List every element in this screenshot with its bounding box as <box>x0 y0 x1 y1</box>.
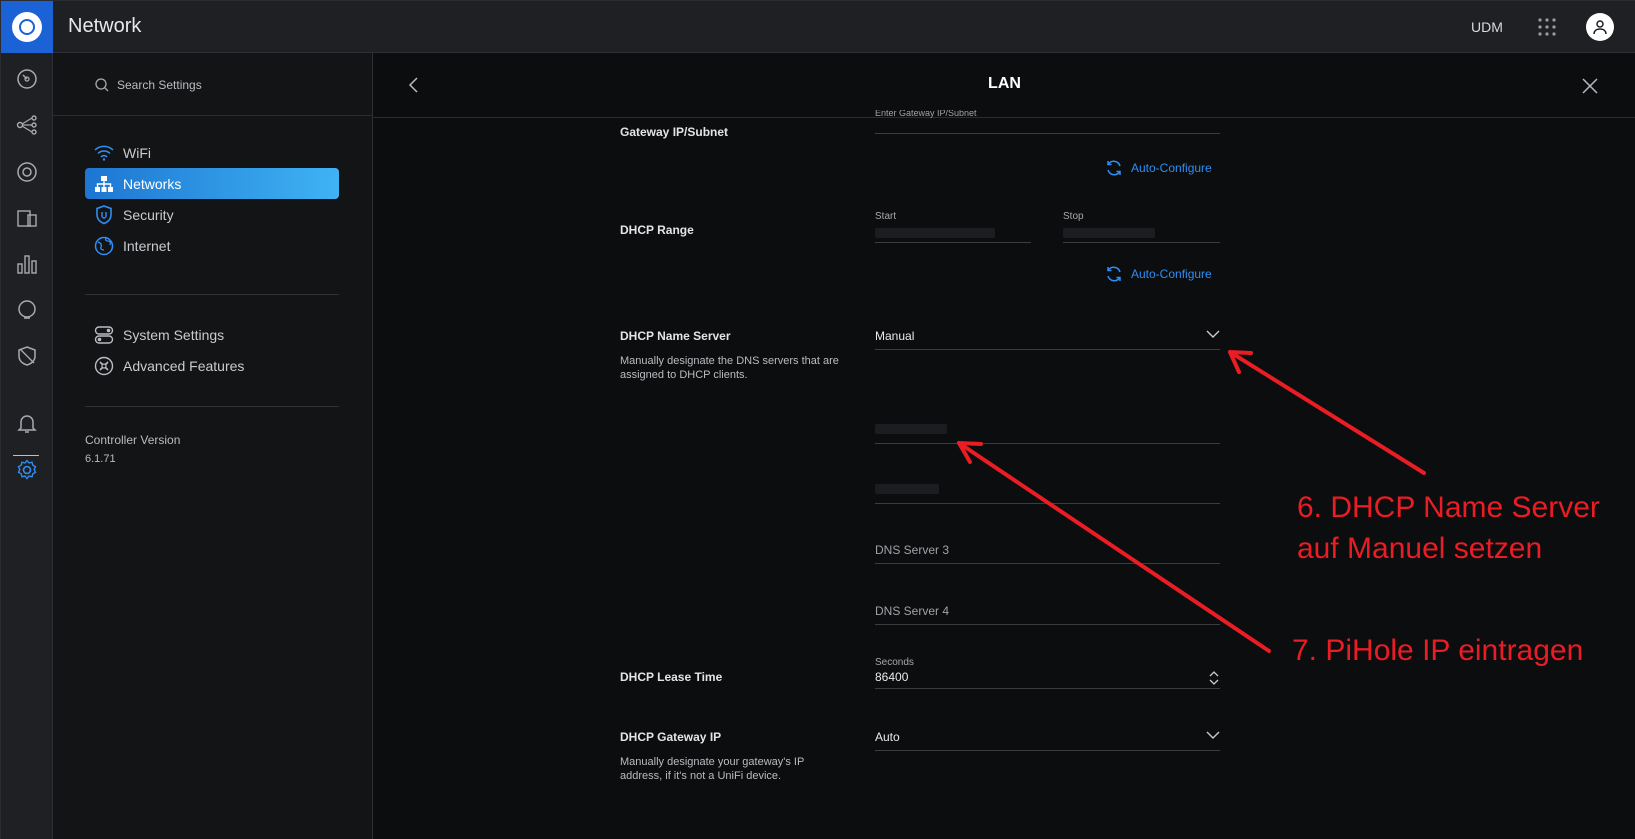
clients-icon[interactable] <box>15 206 39 230</box>
refresh-icon <box>1107 266 1121 282</box>
app-title: Network <box>68 15 142 37</box>
settings-gear-icon[interactable] <box>15 458 39 482</box>
sidebar-item-networks[interactable]: Networks <box>85 168 339 199</box>
chevron-down-icon <box>1206 330 1220 338</box>
dhcp-range-start-label: Start <box>875 211 897 222</box>
statistics-icon[interactable] <box>15 252 39 276</box>
app-window: Network UDM Search Settings WiFi Network… <box>0 0 1635 839</box>
sidebar-item-system-settings[interactable]: System Settings <box>85 319 339 350</box>
shield-icon <box>93 204 115 226</box>
dashboard-icon[interactable] <box>15 67 39 91</box>
dns-server-1-input[interactable] <box>875 423 1220 444</box>
globe-icon <box>93 235 115 257</box>
device-name[interactable]: UDM <box>1471 19 1503 35</box>
topology-icon[interactable] <box>15 113 39 137</box>
dns-server-4-placeholder: DNS Server 4 <box>875 604 950 618</box>
sidebar-item-label: Networks <box>123 175 182 192</box>
app-rail <box>1 53 53 839</box>
sidebar-item-label: WiFi <box>123 144 151 161</box>
dns-server-4-input[interactable]: DNS Server 4 <box>875 604 1220 625</box>
dns-server-2-input[interactable] <box>875 483 1220 504</box>
chevron-down-icon <box>1206 731 1220 739</box>
sidebar-item-advanced-features[interactable]: Advanced Features <box>85 350 339 381</box>
gateway-subnet-placeholder: Enter Gateway IP/Subnet <box>875 110 977 118</box>
insights-icon[interactable] <box>15 298 39 322</box>
annotation-step6-line2: auf Manuel setzen <box>1297 532 1543 565</box>
annotation-step6-line1: 6. DHCP Name Server <box>1297 491 1600 524</box>
gateway-subnet-field[interactable]: Enter Gateway IP/Subnet <box>875 110 1220 134</box>
dhcp-range-start-input[interactable] <box>875 227 1031 243</box>
dhcp-range-label: DHCP Range <box>620 223 694 237</box>
lan-panel: LAN Gateway IP/Subnet Enter Gateway IP/S… <box>373 53 1635 839</box>
sidebar-item-label: Internet <box>123 237 171 254</box>
auto-configure-label: Auto-Configure <box>1131 161 1212 175</box>
dhcp-name-server-label: DHCP Name Server <box>620 329 731 343</box>
tools-icon <box>93 355 115 377</box>
devices-icon[interactable] <box>15 160 39 184</box>
panel-title: LAN <box>988 75 1021 92</box>
controller-version-value: 6.1.71 <box>85 453 116 465</box>
wifi-icon <box>93 142 115 164</box>
sidebar-item-wifi[interactable]: WiFi <box>85 137 339 168</box>
sidebar-item-label: System Settings <box>123 326 225 343</box>
sidebar-item-internet[interactable]: Internet <box>85 230 339 261</box>
dns-server-3-placeholder: DNS Server 3 <box>875 543 950 557</box>
user-avatar-icon[interactable] <box>1586 13 1614 41</box>
alerts-bell-icon[interactable] <box>15 411 39 435</box>
dhcp-range-stop-label: Stop <box>1063 211 1084 222</box>
unifi-logo[interactable] <box>1 1 53 53</box>
search-input[interactable]: Search Settings <box>117 78 202 92</box>
dhcp-gateway-ip-description: Manually designate your gateway's IP add… <box>620 756 805 782</box>
stepper-icon[interactable] <box>1208 670 1220 686</box>
dhcp-name-server-description: Manually designate the DNS servers that … <box>620 355 839 381</box>
dhcp-range-stop-input[interactable] <box>1063 227 1220 243</box>
dhcp-name-server-value: Manual <box>875 329 915 343</box>
dns-server-3-input[interactable]: DNS Server 3 <box>875 543 1220 564</box>
search-icon <box>95 78 109 92</box>
top-bar: Network UDM <box>1 1 1635 53</box>
lease-time-unit-label: Seconds <box>875 657 914 668</box>
dhcp-gateway-ip-value: Auto <box>875 730 900 744</box>
dhcp-gateway-ip-label: DHCP Gateway IP <box>620 730 722 744</box>
dhcp-lease-time-input[interactable]: 86400 <box>875 670 1220 689</box>
annotation-step7: 7. PiHole IP eintragen <box>1292 634 1584 667</box>
search-divider <box>53 115 373 116</box>
lease-time-value: 86400 <box>875 670 909 684</box>
unifi-logo-icon <box>12 12 42 42</box>
sidebar-divider <box>85 406 339 407</box>
sidebar-item-label: Security <box>123 206 174 223</box>
panel-header: LAN <box>373 53 1635 118</box>
close-icon[interactable] <box>1581 77 1599 95</box>
dhcp-lease-time-label: DHCP Lease Time <box>620 670 723 684</box>
apps-grid-icon[interactable] <box>1537 17 1557 37</box>
dhcp-gateway-ip-select[interactable]: Auto <box>875 730 1220 751</box>
sidebar-item-label: Advanced Features <box>123 357 245 374</box>
networks-icon <box>93 173 115 195</box>
gateway-subnet-label: Gateway IP/Subnet <box>620 125 729 139</box>
controller-version-label: Controller Version <box>85 433 181 447</box>
search-settings[interactable]: Search Settings <box>95 75 202 95</box>
settings-sidebar: Search Settings WiFi Networks Security I… <box>53 53 373 839</box>
refresh-icon <box>1107 160 1121 176</box>
dhcp-range-auto-configure-link[interactable]: Auto-Configure <box>1105 265 1212 283</box>
sidebar-item-security[interactable]: Security <box>85 199 339 230</box>
traffic-shield-icon[interactable] <box>15 344 39 368</box>
dhcp-name-server-select[interactable]: Manual <box>875 329 1220 350</box>
gateway-auto-configure-link[interactable]: Auto-Configure <box>1105 159 1212 177</box>
rail-divider <box>13 455 39 456</box>
sidebar-divider <box>85 294 339 295</box>
auto-configure-label: Auto-Configure <box>1131 267 1212 281</box>
toggles-icon <box>93 324 115 346</box>
